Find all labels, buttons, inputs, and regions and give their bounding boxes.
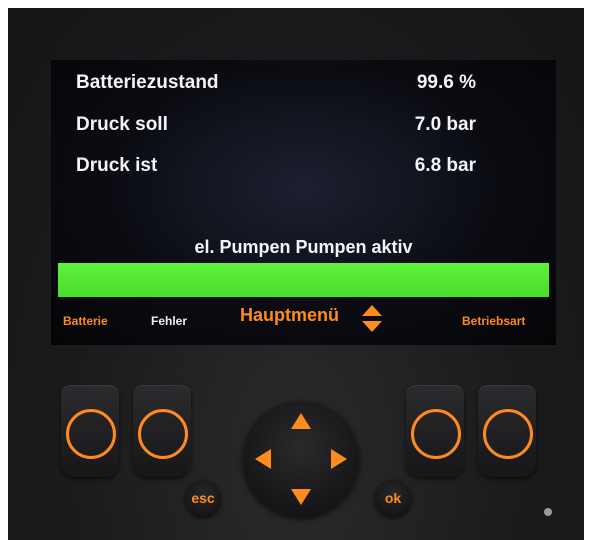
battery-state-label: Batteriezustand: [76, 72, 219, 93]
pressure-actual-label: Druck ist: [76, 155, 158, 176]
softkey-error-label: Fehler: [151, 314, 188, 328]
softkey-main-menu-label: Hauptmenü: [240, 305, 339, 325]
row-pressure-actual: Druck ist 6.8 bar: [76, 155, 516, 181]
pump-status-text: el. Pumpen Pumpen aktiv: [194, 237, 413, 257]
ok-button[interactable]: ok: [375, 480, 411, 516]
dpad-arrows: [255, 413, 347, 505]
progress-bar-fill: [58, 263, 549, 297]
pressure-target-label: Druck soll: [76, 114, 168, 135]
status-led: [544, 508, 552, 516]
row-pressure-target: Druck soll 7.0 bar: [76, 114, 516, 140]
circle-icon: [411, 409, 461, 459]
softkey-battery-label: Batterie: [63, 314, 108, 328]
arrow-down-icon[interactable]: [291, 489, 311, 505]
softkey-button-2[interactable]: [133, 385, 191, 477]
softkey-operating-mode-label: Betriebsart: [462, 314, 526, 328]
softkey-bar: Batterie Fehler Hauptmenü Betriebsart: [51, 304, 556, 334]
arrow-up-icon[interactable]: [291, 413, 311, 429]
row-battery-state: Batteriezustand 99.6 %: [76, 72, 516, 98]
battery-state-value: 99.6 %: [416, 72, 476, 93]
circle-icon: [483, 409, 533, 459]
esc-button[interactable]: esc: [185, 480, 221, 516]
arrow-left-icon[interactable]: [255, 449, 271, 469]
pressure-actual-value: 6.8 bar: [414, 155, 476, 176]
softkey-button-3[interactable]: [406, 385, 464, 477]
progress-bar: [58, 263, 549, 297]
pressure-target-value: 7.0 bar: [414, 114, 476, 135]
softkey-button-4[interactable]: [478, 385, 536, 477]
screen-background: [51, 60, 556, 345]
softkey-button-1[interactable]: [61, 385, 119, 477]
control-panel: Batteriezustand 99.6 % Druck soll 7.0 ba…: [8, 8, 584, 540]
updown-arrows-icon: [362, 305, 382, 332]
circle-icon: [138, 409, 188, 459]
directional-pad[interactable]: [243, 401, 359, 517]
display-screen: Batteriezustand 99.6 % Druck soll 7.0 ba…: [51, 60, 556, 345]
arrow-right-icon[interactable]: [331, 449, 347, 469]
circle-icon: [66, 409, 116, 459]
